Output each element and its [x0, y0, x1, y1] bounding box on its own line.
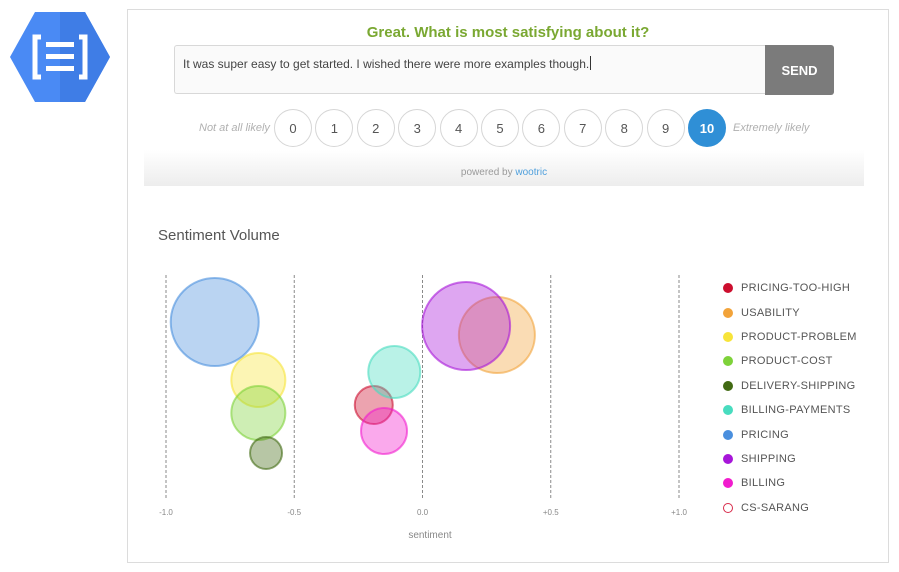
legend-item-pricing[interactable]: PRICING: [723, 422, 857, 446]
legend-label: USABILITY: [741, 306, 800, 319]
legend-label: PRODUCT-PROBLEM: [741, 330, 857, 343]
legend-label: PRODUCT-COST: [741, 355, 833, 368]
legend-marker: [723, 331, 733, 342]
main-panel: Great. What is most satisfying about it?…: [127, 9, 889, 563]
bubble-shipping[interactable]: [421, 281, 512, 371]
x-tick-label: +0.5: [543, 508, 559, 517]
x-axis-label: sentiment: [408, 530, 452, 541]
legend-item-product-cost[interactable]: PRODUCT-COST: [723, 349, 857, 373]
legend-label: PRICING: [741, 428, 789, 441]
bubble-pricing[interactable]: [169, 277, 260, 367]
legend-label: CS-SARANG: [741, 501, 810, 514]
x-tick-label: -1.0: [159, 508, 173, 517]
legend-marker: [723, 356, 733, 367]
legend-marker: [723, 502, 733, 513]
chart-legend: PRICING-TOO-HIGH USABILITY PRODUCT-PROBLEM…: [723, 276, 857, 520]
legend-item-shipping[interactable]: SHIPPING: [723, 447, 857, 471]
legend-item-usability[interactable]: USABILITY: [723, 300, 857, 324]
x-tick-label: +1.0: [671, 508, 687, 517]
legend-item-billing[interactable]: BILLING: [723, 471, 857, 495]
app-logo: [8, 10, 112, 105]
legend-label: BILLING-PAYMENTS: [741, 404, 851, 417]
bubble-billing-payments[interactable]: [367, 345, 422, 399]
legend-marker: [723, 429, 733, 440]
x-tick-label: -0.5: [287, 508, 301, 517]
legend-item-product-problem[interactable]: PRODUCT-PROBLEM: [723, 325, 857, 349]
legend-marker: [723, 405, 733, 416]
legend-marker: [723, 307, 733, 318]
document-brackets-icon: [10, 12, 110, 102]
legend-label: BILLING: [741, 477, 786, 490]
legend-item-delivery-shipping[interactable]: DELIVERY-SHIPPING: [723, 374, 857, 398]
bubble-product-cost[interactable]: [230, 385, 287, 441]
legend-label: PRICING-TOO-HIGH: [741, 282, 851, 295]
legend-item-cs-sarang[interactable]: CS-SARANG: [723, 496, 857, 520]
legend-item-billing-payments[interactable]: BILLING-PAYMENTS: [723, 398, 857, 422]
legend-marker: [723, 478, 733, 489]
legend-label: DELIVERY-SHIPPING: [741, 379, 856, 392]
legend-marker: [723, 283, 733, 294]
bubble-delivery-shipping[interactable]: [249, 436, 284, 470]
legend-marker: [723, 453, 733, 464]
legend-label: SHIPPING: [741, 452, 796, 465]
x-tick-label: 0.0: [417, 508, 429, 517]
bubble-billing[interactable]: [360, 407, 409, 455]
legend-marker: [723, 380, 733, 391]
legend-item-pricing-too-high[interactable]: PRICING-TOO-HIGH: [723, 276, 857, 300]
